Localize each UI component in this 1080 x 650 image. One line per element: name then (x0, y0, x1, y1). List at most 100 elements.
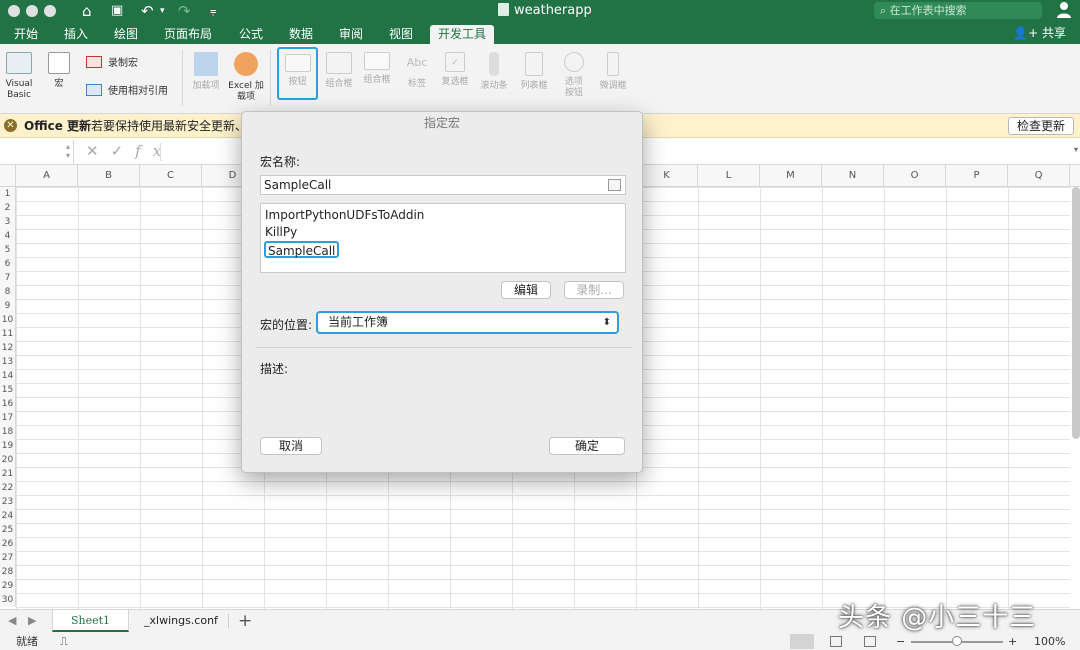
tab-developer[interactable]: 开发工具 (430, 25, 495, 44)
row-header[interactable]: 9 (0, 299, 16, 313)
column-header[interactable]: A (16, 165, 78, 187)
column-header[interactable]: B (78, 165, 140, 187)
customize-toolbar-icon[interactable]: ⩦ (210, 1, 216, 21)
row-header[interactable]: 24 (0, 509, 16, 523)
column-header[interactable]: Q (1008, 165, 1070, 187)
save-icon[interactable]: ▣ (111, 1, 123, 21)
excel-addins-button[interactable]: Excel 加载项 (228, 52, 264, 103)
macro-location-select[interactable]: 当前工作簿 ⬍ (316, 311, 619, 334)
ok-button[interactable]: 确定 (549, 437, 625, 455)
list-item[interactable]: ImportPythonUDFsToAddin (264, 207, 622, 224)
row-header[interactable]: 26 (0, 537, 16, 551)
sheet-tab-xlwings-conf[interactable]: _xlwings.conf (126, 610, 236, 632)
vertical-scrollbar[interactable] (1072, 187, 1080, 439)
row-header[interactable]: 16 (0, 397, 16, 411)
name-box[interactable]: ▴ ▾ (0, 140, 74, 164)
row-header[interactable]: 7 (0, 271, 16, 285)
row-header[interactable]: 21 (0, 467, 16, 481)
row-header[interactable]: 27 (0, 551, 16, 565)
list-item[interactable]: KillPy (264, 224, 622, 241)
record-macro-button[interactable]: 录制宏 (86, 56, 138, 71)
addins-button[interactable]: 加载项 (188, 52, 224, 92)
row-header[interactable]: 2 (0, 201, 16, 215)
edit-button[interactable]: 编辑 (501, 281, 551, 299)
row-header[interactable]: 17 (0, 411, 16, 425)
expand-formula-icon[interactable]: ▾ (1074, 145, 1078, 154)
zoom-out-button[interactable]: − (896, 633, 905, 650)
user-icon[interactable] (1056, 1, 1072, 19)
scrollbar-control[interactable]: 滚动条 (477, 52, 511, 92)
row-header[interactable]: 5 (0, 243, 16, 257)
visual-basic-button[interactable]: Visual Basic (2, 52, 36, 101)
page-break-view-button[interactable] (864, 636, 876, 647)
column-header[interactable]: P (946, 165, 1008, 187)
function-icon[interactable]: fx (135, 142, 173, 160)
group-box-control[interactable]: 组合框 (322, 52, 356, 90)
search-input[interactable]: ⌕ 在工作表中搜索 (874, 2, 1042, 19)
row-header[interactable]: 23 (0, 495, 16, 509)
tab-formulas[interactable]: 公式 (231, 25, 271, 44)
column-header[interactable]: O (884, 165, 946, 187)
normal-view-button[interactable] (790, 634, 814, 649)
tab-insert[interactable]: 插入 (56, 25, 96, 44)
range-select-icon[interactable] (608, 179, 621, 191)
next-sheet-icon[interactable]: ▶ (28, 614, 36, 627)
macro-list[interactable]: ImportPythonUDFsToAddin KillPy SampleCal… (260, 203, 626, 273)
select-all-corner[interactable] (0, 165, 16, 187)
zoom-window-button[interactable] (44, 5, 56, 17)
row-header[interactable]: 1 (0, 187, 16, 201)
macro-recording-icon[interactable]: ⎍ (60, 633, 68, 650)
row-header[interactable]: 28 (0, 565, 16, 579)
row-header[interactable]: 8 (0, 285, 16, 299)
tab-view[interactable]: 视图 (381, 25, 421, 44)
column-header[interactable]: L (698, 165, 760, 187)
close-window-button[interactable] (8, 5, 20, 17)
row-header[interactable]: 11 (0, 327, 16, 341)
column-header[interactable]: M (760, 165, 822, 187)
name-box-stepper-icon[interactable]: ▴ ▾ (66, 142, 70, 160)
checkbox-control[interactable]: ✓ 复选框 (438, 52, 472, 88)
macro-name-input[interactable]: SampleCall (260, 175, 626, 195)
column-header[interactable]: N (822, 165, 884, 187)
redo-icon[interactable]: ↷ (178, 1, 191, 21)
row-header[interactable]: 25 (0, 523, 16, 537)
undo-dropdown-icon[interactable]: ▾ (160, 1, 165, 21)
zoom-in-button[interactable]: + (1008, 633, 1017, 650)
tab-review[interactable]: 审阅 (331, 25, 371, 44)
row-header[interactable]: 6 (0, 257, 16, 271)
row-header[interactable]: 12 (0, 341, 16, 355)
check-updates-button[interactable]: 检查更新 (1007, 117, 1074, 135)
button-control[interactable]: 按钮 (277, 47, 318, 100)
tab-home[interactable]: 开始 (6, 25, 46, 44)
listbox-control[interactable]: 列表框 (517, 52, 551, 92)
combo-box-control[interactable]: 组合框 (360, 52, 394, 86)
spinner-control[interactable]: 微调框 (595, 52, 631, 92)
cancel-button[interactable]: 取消 (260, 437, 322, 455)
row-header[interactable]: 18 (0, 425, 16, 439)
row-header[interactable]: 30 (0, 593, 16, 607)
enter-icon[interactable]: ✓ (111, 142, 136, 160)
label-control[interactable]: Abc 标签 (400, 52, 434, 90)
share-button[interactable]: 👤+ 共享 (1013, 25, 1066, 42)
row-header[interactable]: 14 (0, 369, 16, 383)
column-header[interactable]: K (636, 165, 698, 187)
tab-draw[interactable]: 绘图 (106, 25, 146, 44)
zoom-level[interactable]: 100% (1034, 633, 1065, 650)
tab-data[interactable]: 数据 (281, 25, 321, 44)
row-header[interactable]: 13 (0, 355, 16, 369)
undo-icon[interactable]: ↶ (141, 1, 154, 21)
list-item-selected[interactable]: SampleCall (264, 241, 340, 258)
macros-button[interactable]: 宏 (44, 52, 74, 90)
tab-page-layout[interactable]: 页面布局 (156, 25, 220, 44)
home-icon[interactable]: ⌂ (82, 1, 92, 21)
row-header[interactable]: 15 (0, 383, 16, 397)
column-header[interactable]: C (140, 165, 202, 187)
row-header[interactable]: 22 (0, 481, 16, 495)
cancel-icon[interactable]: ✕ (86, 142, 111, 160)
option-button-control[interactable]: 选项按钮 (557, 52, 591, 99)
record-button[interactable]: 录制... (564, 281, 624, 299)
relative-reference-button[interactable]: 使用相对引用 (86, 84, 168, 99)
row-header[interactable]: 3 (0, 215, 16, 229)
sheet-tab-sheet1[interactable]: Sheet1 (52, 610, 130, 632)
row-header[interactable]: 4 (0, 229, 16, 243)
